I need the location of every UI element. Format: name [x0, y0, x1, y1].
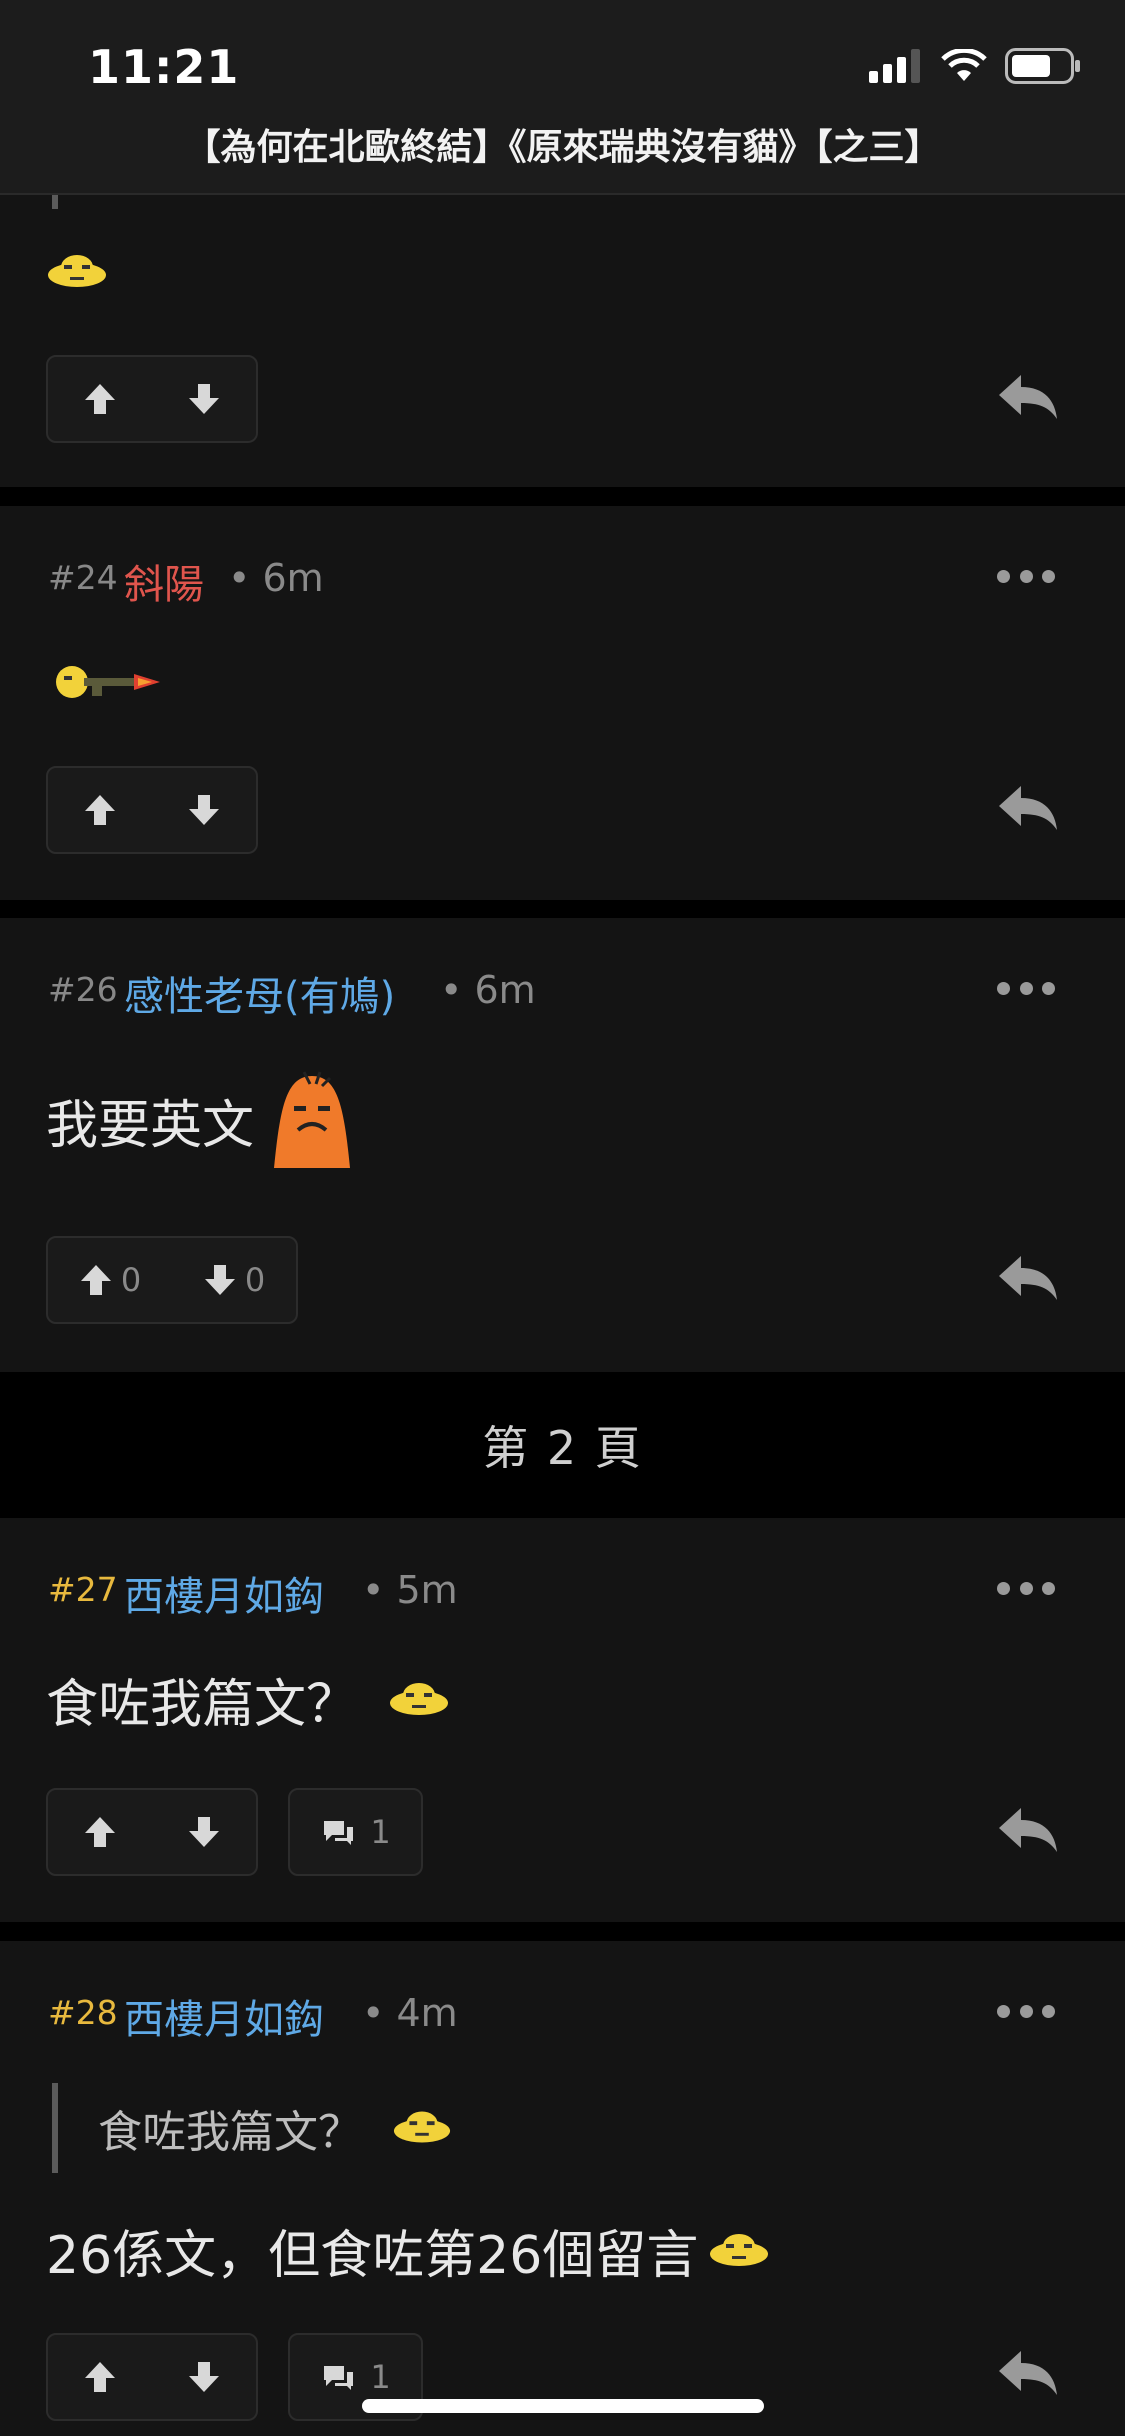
home-indicator[interactable]: [362, 2399, 764, 2413]
reply-icon[interactable]: [997, 2347, 1059, 2397]
wifi-icon: [941, 49, 987, 81]
post-time: • 6m: [440, 968, 536, 1012]
arrow-down-icon: [189, 384, 219, 414]
reply-icon[interactable]: [997, 371, 1059, 421]
post-content: 我要英文: [46, 1068, 360, 1172]
post-card: #26 感性老母(有鳩) • 6m 我要英文 0 0: [0, 918, 1125, 1372]
username[interactable]: 斜陽: [124, 552, 204, 610]
post-text: 食咗我篇文？: [46, 1675, 359, 1735]
post-card: #24 斜陽 • 6m: [0, 506, 1125, 900]
vote-box: [46, 1788, 258, 1876]
post-text: 26係文，但食咗第26個留言: [46, 2226, 699, 2286]
quote-bar: [52, 195, 58, 209]
battery-icon: [1005, 48, 1080, 84]
vote-box: [46, 2333, 258, 2421]
arrow-down-icon: [204, 1265, 235, 1295]
downvote-button[interactable]: [152, 768, 256, 852]
upvote-button[interactable]: [48, 2335, 152, 2419]
status-bar: 11:21 【為何在北歐終結】《原來瑞典沒有貓》【之三】: [0, 0, 1125, 195]
vote-box: [46, 766, 258, 854]
gun-emoji-icon: [56, 666, 160, 698]
speech-bubble-icon: [324, 2366, 354, 2390]
arrow-down-icon: [189, 2362, 219, 2392]
post-card: #28 西樓月如鈎 • 4m 食咗我篇文？ 26係文，但食咗第26個留言 1: [0, 1941, 1125, 2436]
post-content: 食咗我篇文？: [46, 1662, 450, 1737]
upvote-button[interactable]: [48, 1790, 152, 1874]
speech-bubble-icon: [324, 1821, 354, 1845]
post-text: 我要英文: [46, 1095, 255, 1156]
arrow-down-icon: [189, 795, 219, 825]
post-content: 26係文，但食咗第26個留言: [46, 2213, 770, 2288]
reply-icon[interactable]: [997, 782, 1059, 832]
reply-icon[interactable]: [997, 1252, 1059, 1302]
upvote-count: 0: [120, 1261, 142, 1299]
downvote-button[interactable]: [152, 357, 256, 441]
face-emoji-icon: [390, 1682, 449, 1715]
post-time: • 6m: [228, 556, 324, 600]
post-card-partial: [0, 195, 1125, 487]
arrow-down-icon: [189, 1817, 219, 1847]
vote-box: [46, 355, 258, 443]
face-emoji-icon: [393, 2111, 451, 2143]
post-time: • 4m: [362, 1991, 458, 2035]
downvote-count: 0: [244, 1261, 266, 1299]
upvote-button[interactable]: [48, 768, 152, 852]
quote-text: 食咗我篇文？: [98, 2107, 362, 2158]
more-options-button[interactable]: [997, 982, 1055, 996]
face-emoji-icon: [710, 2233, 769, 2266]
thread-title[interactable]: 【為何在北歐終結】《原來瑞典沒有貓》【之三】: [0, 118, 1125, 170]
username[interactable]: 感性老母(有鳩): [124, 964, 395, 1022]
comment-count: 1: [370, 1813, 391, 1851]
upvote-button[interactable]: [48, 357, 152, 441]
arrow-up-icon: [85, 2362, 115, 2392]
comments-button[interactable]: 1: [288, 1788, 423, 1876]
system-icons: [869, 48, 1081, 84]
username[interactable]: 西樓月如鈎: [124, 1987, 324, 2045]
signal-icon: [869, 49, 920, 83]
status-time: 11:21: [88, 40, 240, 94]
face-emoji-icon: [48, 255, 106, 287]
angry-emoji-icon: [274, 1071, 351, 1168]
post-card: #27 西樓月如鈎 • 5m 食咗我篇文？ 1: [0, 1518, 1125, 1922]
reply-icon[interactable]: [997, 1804, 1059, 1854]
more-options-button[interactable]: [997, 1582, 1055, 1596]
downvote-button[interactable]: [152, 2335, 256, 2419]
arrow-up-icon: [85, 1817, 115, 1847]
upvote-button[interactable]: 0: [48, 1238, 172, 1322]
post-number: #26: [48, 970, 118, 1009]
arrow-up-icon: [85, 384, 115, 414]
arrow-up-icon: [80, 1265, 111, 1295]
vote-box: 0 0: [46, 1236, 298, 1324]
quoted-post: 食咗我篇文？: [52, 2083, 452, 2173]
comment-count: 1: [370, 2358, 391, 2396]
downvote-button[interactable]: [152, 1790, 256, 1874]
more-options-button[interactable]: [997, 2005, 1055, 2019]
post-time: • 5m: [362, 1568, 458, 1612]
post-number: #24: [48, 558, 118, 597]
downvote-button[interactable]: 0: [172, 1238, 296, 1322]
username[interactable]: 西樓月如鈎: [124, 1564, 324, 1622]
post-number: #27: [48, 1570, 118, 1609]
page-separator: 第 2 頁: [0, 1372, 1125, 1518]
arrow-up-icon: [85, 795, 115, 825]
more-options-button[interactable]: [997, 570, 1055, 584]
post-number: #28: [48, 1993, 118, 2032]
